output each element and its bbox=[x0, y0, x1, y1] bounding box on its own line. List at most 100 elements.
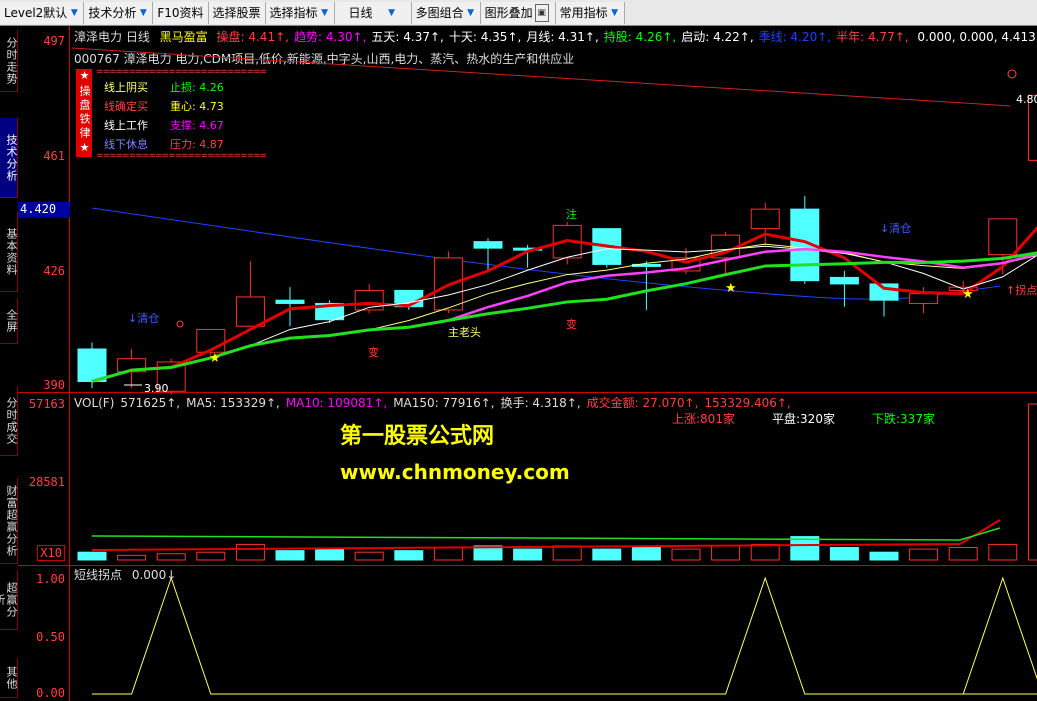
volume-stat: 换手: 4.318↑, bbox=[500, 396, 581, 410]
volume-bar bbox=[196, 551, 226, 561]
volume-bar bbox=[315, 548, 345, 561]
chevron-down-icon[interactable]: ▼ bbox=[610, 3, 620, 23]
side-tab-ticks[interactable]: 分时成交 bbox=[0, 386, 18, 456]
note-label: 注 bbox=[566, 207, 577, 221]
candle-body bbox=[909, 293, 939, 304]
chevron-down-icon[interactable]: ▼ bbox=[320, 3, 330, 23]
toolbar-select-stock-label: 选择股票 bbox=[212, 6, 261, 20]
indicator-value: 0.000↓ bbox=[131, 568, 177, 582]
toolbar-overlay-label: 图形叠加 bbox=[484, 6, 533, 20]
toolbar-select-indicator-label: 选择指标 bbox=[269, 6, 318, 20]
current-price-box: 4.420 bbox=[18, 202, 70, 218]
candle-body bbox=[790, 208, 820, 282]
volume-bar bbox=[117, 554, 147, 561]
header-item: 五天: 4.37↑, bbox=[371, 30, 444, 44]
candle-body bbox=[631, 263, 661, 267]
toolbar-f10-label: F10资料 bbox=[157, 6, 204, 20]
candle-body bbox=[235, 296, 265, 327]
legend-title: ★操盘铁律★ bbox=[76, 69, 92, 157]
candle-body bbox=[275, 299, 305, 304]
clear-signal: ↓清仓 bbox=[880, 221, 911, 235]
watermark-title: 第一股票公式网 bbox=[340, 424, 495, 449]
candle-body bbox=[394, 289, 424, 308]
volume-stat: MA5: 153329↑, bbox=[186, 396, 280, 410]
side-tab-fullscreen[interactable]: 全屏 bbox=[0, 298, 18, 344]
company-info: 000767 漳泽电力 电力,CDM项目,低价,新能源,中字头,山西,电力、蒸汽… bbox=[74, 52, 575, 66]
toolbar-daily[interactable]: 日线 ▼ bbox=[334, 1, 412, 24]
candle-body bbox=[315, 302, 345, 321]
lock-icon[interactable]: ▣ bbox=[534, 3, 549, 22]
chevron-down-icon[interactable]: ▼ bbox=[466, 3, 476, 23]
star-icon: ★ bbox=[962, 287, 974, 302]
clear-signal: ↓清仓 bbox=[128, 311, 159, 325]
left-sidebar: 分时走势 技术分析 基本资料 全屏 分时成交 财富超赢分析 超赢分析 其他 bbox=[0, 26, 18, 701]
candle-body bbox=[433, 257, 463, 311]
decliners-count: 下跌:337家 bbox=[872, 412, 935, 426]
legend-rule: 线确定买 bbox=[104, 100, 148, 113]
toolbar-tech-analysis[interactable]: 技术分析 ▼ bbox=[84, 1, 154, 24]
volume-bar bbox=[750, 543, 780, 561]
volume-bar bbox=[829, 547, 859, 561]
side-tab-wealth[interactable]: 财富超赢分析 bbox=[0, 478, 18, 564]
candle-body bbox=[513, 247, 543, 251]
high-price-label: 4.80 bbox=[1016, 93, 1037, 106]
volume-bar bbox=[631, 547, 661, 561]
indicator-axis: 1.00 0.50 0.00 bbox=[18, 566, 70, 701]
price-header: 漳泽电力 日线 黑马盈富 操盘: 4.41↑, 趋势: 4.30↑, 五天: 4.3… bbox=[74, 28, 1037, 45]
side-tab-basic-info[interactable]: 基本资料 bbox=[0, 212, 18, 292]
volume-bar bbox=[711, 545, 741, 561]
signal-icon bbox=[176, 320, 184, 328]
formula-name: 黑马盈富 bbox=[159, 30, 208, 44]
price-axis-label: 461 bbox=[43, 149, 65, 163]
toolbar-overlay[interactable]: 图形叠加 ▣ bbox=[480, 1, 556, 24]
candle-body bbox=[156, 361, 186, 392]
change-label: 变 bbox=[368, 345, 379, 359]
side-tab-super[interactable]: 超赢分析 bbox=[0, 570, 18, 630]
side-tab-intraday[interactable]: 分时走势 bbox=[0, 30, 18, 92]
volume-bar bbox=[671, 548, 701, 561]
candle-body bbox=[354, 289, 384, 311]
chevron-down-icon[interactable]: ▼ bbox=[69, 3, 79, 23]
candle-body bbox=[671, 257, 701, 272]
trend-line bbox=[91, 225, 1037, 383]
toolbar-daily-label: 日线 bbox=[348, 6, 373, 20]
toolbar-level2[interactable]: Level2默认 ▼ bbox=[0, 1, 85, 24]
volume-bar bbox=[592, 548, 622, 561]
toolbar-f10[interactable]: F10资料 bbox=[153, 1, 209, 24]
volume-axis: 57163 28581 X10 bbox=[18, 393, 70, 565]
pane-divider[interactable] bbox=[18, 392, 1037, 393]
quarter-line bbox=[91, 207, 1001, 300]
header-item: 0.000, 0.000, 4.413↑, bbox=[913, 30, 1037, 44]
volume-stat: 571625↑, bbox=[120, 396, 181, 410]
rules-legend: ★操盘铁律★ ========================== ======… bbox=[76, 67, 267, 161]
volume-axis-label: 28581 bbox=[28, 475, 65, 489]
toolbar-select-stock[interactable]: 选择股票 bbox=[208, 1, 266, 24]
indicator-axis-label: 0.50 bbox=[36, 630, 65, 644]
watermark-url: www.chnmoney.com bbox=[340, 460, 570, 484]
candle-body bbox=[196, 328, 226, 353]
candle-body bbox=[869, 283, 899, 301]
candle-body bbox=[948, 286, 978, 291]
indicator-name: 短线拐点 bbox=[74, 568, 123, 582]
side-tab-other[interactable]: 其他 bbox=[0, 658, 18, 698]
toolbar-common-indicators[interactable]: 常用指标 ▼ bbox=[555, 1, 625, 24]
candle-body bbox=[1027, 94, 1037, 161]
volume-bar bbox=[790, 536, 820, 561]
side-tab-technical[interactable]: 技术分析 bbox=[0, 118, 18, 198]
chevron-down-icon[interactable]: ▼ bbox=[387, 3, 397, 23]
volume-stat: MA150: 77916↑, bbox=[393, 396, 495, 410]
candle-body bbox=[829, 276, 859, 285]
toolbar-select-indicator[interactable]: 选择指标 ▼ bbox=[265, 1, 335, 24]
volume-stat: VOL(F) bbox=[74, 396, 115, 410]
chevron-down-icon[interactable]: ▼ bbox=[138, 3, 148, 23]
vol-ma5-line bbox=[91, 519, 1001, 551]
volume-axis-label: 57163 bbox=[28, 397, 65, 411]
advancers-count: 上涨:801家 bbox=[672, 412, 735, 426]
signal-icon bbox=[1007, 69, 1017, 79]
flat-count: 平盘:320家 bbox=[772, 412, 835, 426]
volume-bar bbox=[948, 547, 978, 561]
volume-bar bbox=[988, 543, 1018, 561]
toolbar-level2-label: Level2默认 bbox=[4, 6, 68, 20]
toolbar-multi-chart[interactable]: 多图组合 ▼ bbox=[411, 1, 481, 24]
toolbar-common-label: 常用指标 bbox=[559, 6, 608, 20]
